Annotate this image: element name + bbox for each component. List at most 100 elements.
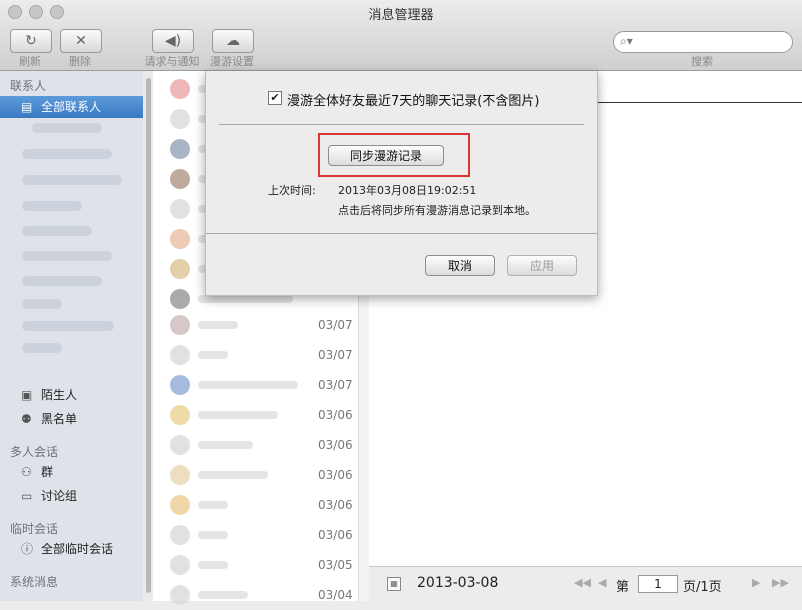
avatar	[170, 289, 190, 309]
blurred-contact[interactable]	[22, 149, 112, 159]
sidebar-item-group[interactable]: ⚇ 群	[0, 461, 143, 483]
prev-page-icon[interactable]: ◀	[598, 576, 606, 589]
search-input[interactable]: ⌕▾	[613, 31, 793, 53]
search-label: 搜索	[691, 55, 713, 68]
blurred-name	[198, 501, 228, 509]
sidebar-item-discussion[interactable]: ▭ 讨论组	[0, 485, 143, 507]
blurred-name	[198, 561, 228, 569]
blurred-contact[interactable]	[22, 276, 102, 286]
list-item[interactable]: 03/06	[153, 490, 358, 520]
blurred-name	[198, 471, 268, 479]
refresh-button[interactable]: ↻	[10, 29, 52, 53]
stranger-icon: ▣	[21, 388, 33, 402]
blurred-contact[interactable]	[22, 226, 92, 236]
sidebar-item-stranger[interactable]: ▣ 陌生人	[0, 384, 143, 406]
next-page-icon[interactable]: ▶	[752, 576, 760, 589]
list-item[interactable]: 03/06	[153, 430, 358, 460]
avatar	[170, 169, 190, 189]
page-prefix: 第	[616, 580, 630, 595]
calendar-icon[interactable]: ▦	[387, 577, 401, 591]
avatar	[170, 259, 190, 279]
window-toolbar: 消息管理器 ↻ 刷新 ✕ 删除 ◀) 请求与通知 ☁ 漫游设置 ⌕▾ 搜索	[0, 0, 802, 71]
avatar	[170, 465, 190, 485]
list-item[interactable]: 03/06	[153, 400, 358, 430]
temp-chat-header: 临时会话	[10, 522, 59, 536]
list-item[interactable]: 03/07	[153, 340, 358, 370]
list-item[interactable]: 03/07	[153, 370, 358, 400]
avatar	[170, 79, 190, 99]
list-item[interactable]: 03/05	[153, 550, 358, 580]
list-item-date: 03/07	[318, 378, 353, 392]
avatar	[170, 109, 190, 129]
list-item-date: 03/04	[318, 588, 353, 602]
sync-hint: 点击后将同步所有漫游消息记录到本地。	[338, 204, 536, 217]
divider	[219, 124, 584, 125]
group-icon: ⚇	[21, 465, 32, 479]
blurred-contact[interactable]	[22, 321, 114, 331]
last-time-value: 2013年03月08日19:02:51	[338, 184, 477, 197]
info-icon: ⓘ	[21, 542, 34, 556]
delete-button[interactable]: ✕	[60, 29, 102, 53]
sidebar-scrollbar[interactable]	[146, 78, 151, 593]
last-time-label: 上次时间:	[268, 184, 316, 197]
list-item-date: 03/06	[318, 438, 353, 452]
list-item-date: 03/07	[318, 318, 353, 332]
avatar	[170, 199, 190, 219]
list-item-date: 03/06	[318, 498, 353, 512]
first-page-icon[interactable]: ◀◀	[574, 576, 591, 589]
page-number-input[interactable]: 1	[638, 575, 678, 593]
avatar	[170, 435, 190, 455]
sidebar-item-label: 陌生人	[41, 388, 78, 402]
blurred-name	[198, 351, 228, 359]
blurred-contact[interactable]	[22, 175, 122, 185]
page-suffix: 页/1页	[683, 580, 722, 595]
sidebar: 联系人 ▤ 全部联系人 ▣ 陌生人 ⚉ 黑名单 多人会话 ⚇ 群 ▭ 讨论组 临…	[0, 71, 143, 601]
avatar	[170, 375, 190, 395]
list-item[interactable]: 03/07	[153, 310, 358, 340]
sidebar-item-label: 全部临时会话	[41, 542, 114, 556]
roaming-checkbox-label[interactable]: 漫游全体好友最近7天的聊天记录(不含图片)	[287, 90, 539, 109]
avatar	[170, 345, 190, 365]
list-item[interactable]: 03/06	[153, 460, 358, 490]
sidebar-item-all-contacts[interactable]: ▤ 全部联系人	[0, 96, 143, 118]
sidebar-item-all-temp[interactable]: ⓘ 全部临时会话	[0, 538, 143, 560]
list-item[interactable]: 03/06	[153, 520, 358, 550]
sidebar-item-label: 讨论组	[41, 489, 78, 503]
window-title: 消息管理器	[368, 8, 434, 23]
notify-button[interactable]: ◀)	[152, 29, 194, 53]
sidebar-item-label: 群	[41, 465, 54, 479]
blurred-name	[198, 295, 293, 303]
discussion-icon: ▭	[21, 489, 33, 503]
delete-label: 删除	[69, 55, 91, 68]
roaming-button[interactable]: ☁	[212, 29, 254, 53]
avatar	[170, 315, 190, 335]
blurred-name	[198, 411, 278, 419]
sync-roaming-button[interactable]: 同步漫游记录	[328, 145, 444, 166]
blurred-contact[interactable]	[22, 201, 82, 211]
multi-chat-header: 多人会话	[10, 445, 59, 459]
contacts-book-icon: ▤	[21, 100, 33, 114]
sidebar-item-label: 全部联系人	[41, 100, 102, 114]
roaming-label: 漫游设置	[210, 55, 254, 68]
last-page-icon[interactable]: ▶▶	[772, 576, 789, 589]
roaming-settings-dialog: ✔ 漫游全体好友最近7天的聊天记录(不含图片) 同步漫游记录 上次时间: 201…	[205, 71, 598, 296]
blurred-contact[interactable]	[22, 251, 112, 261]
list-item-date: 03/07	[318, 348, 353, 362]
message-header-divider	[597, 102, 802, 103]
avatar	[170, 139, 190, 159]
sidebar-item-blacklist[interactable]: ⚉ 黑名单	[0, 408, 143, 430]
apply-button[interactable]: 应用	[507, 255, 577, 276]
roaming-checkbox[interactable]: ✔	[268, 91, 282, 105]
speaker-icon: ◀)	[164, 33, 182, 49]
blurred-name	[198, 591, 248, 599]
blurred-contact[interactable]	[32, 123, 102, 133]
list-item-date: 03/06	[318, 408, 353, 422]
cloud-icon: ☁	[226, 33, 240, 49]
blurred-name	[198, 441, 253, 449]
blurred-name	[198, 381, 298, 389]
cancel-button[interactable]: 取消	[425, 255, 495, 276]
blurred-contact[interactable]	[22, 299, 62, 309]
refresh-icon: ↻	[25, 33, 37, 49]
blurred-contact[interactable]	[22, 343, 62, 353]
list-item[interactable]: 03/04	[153, 580, 358, 610]
